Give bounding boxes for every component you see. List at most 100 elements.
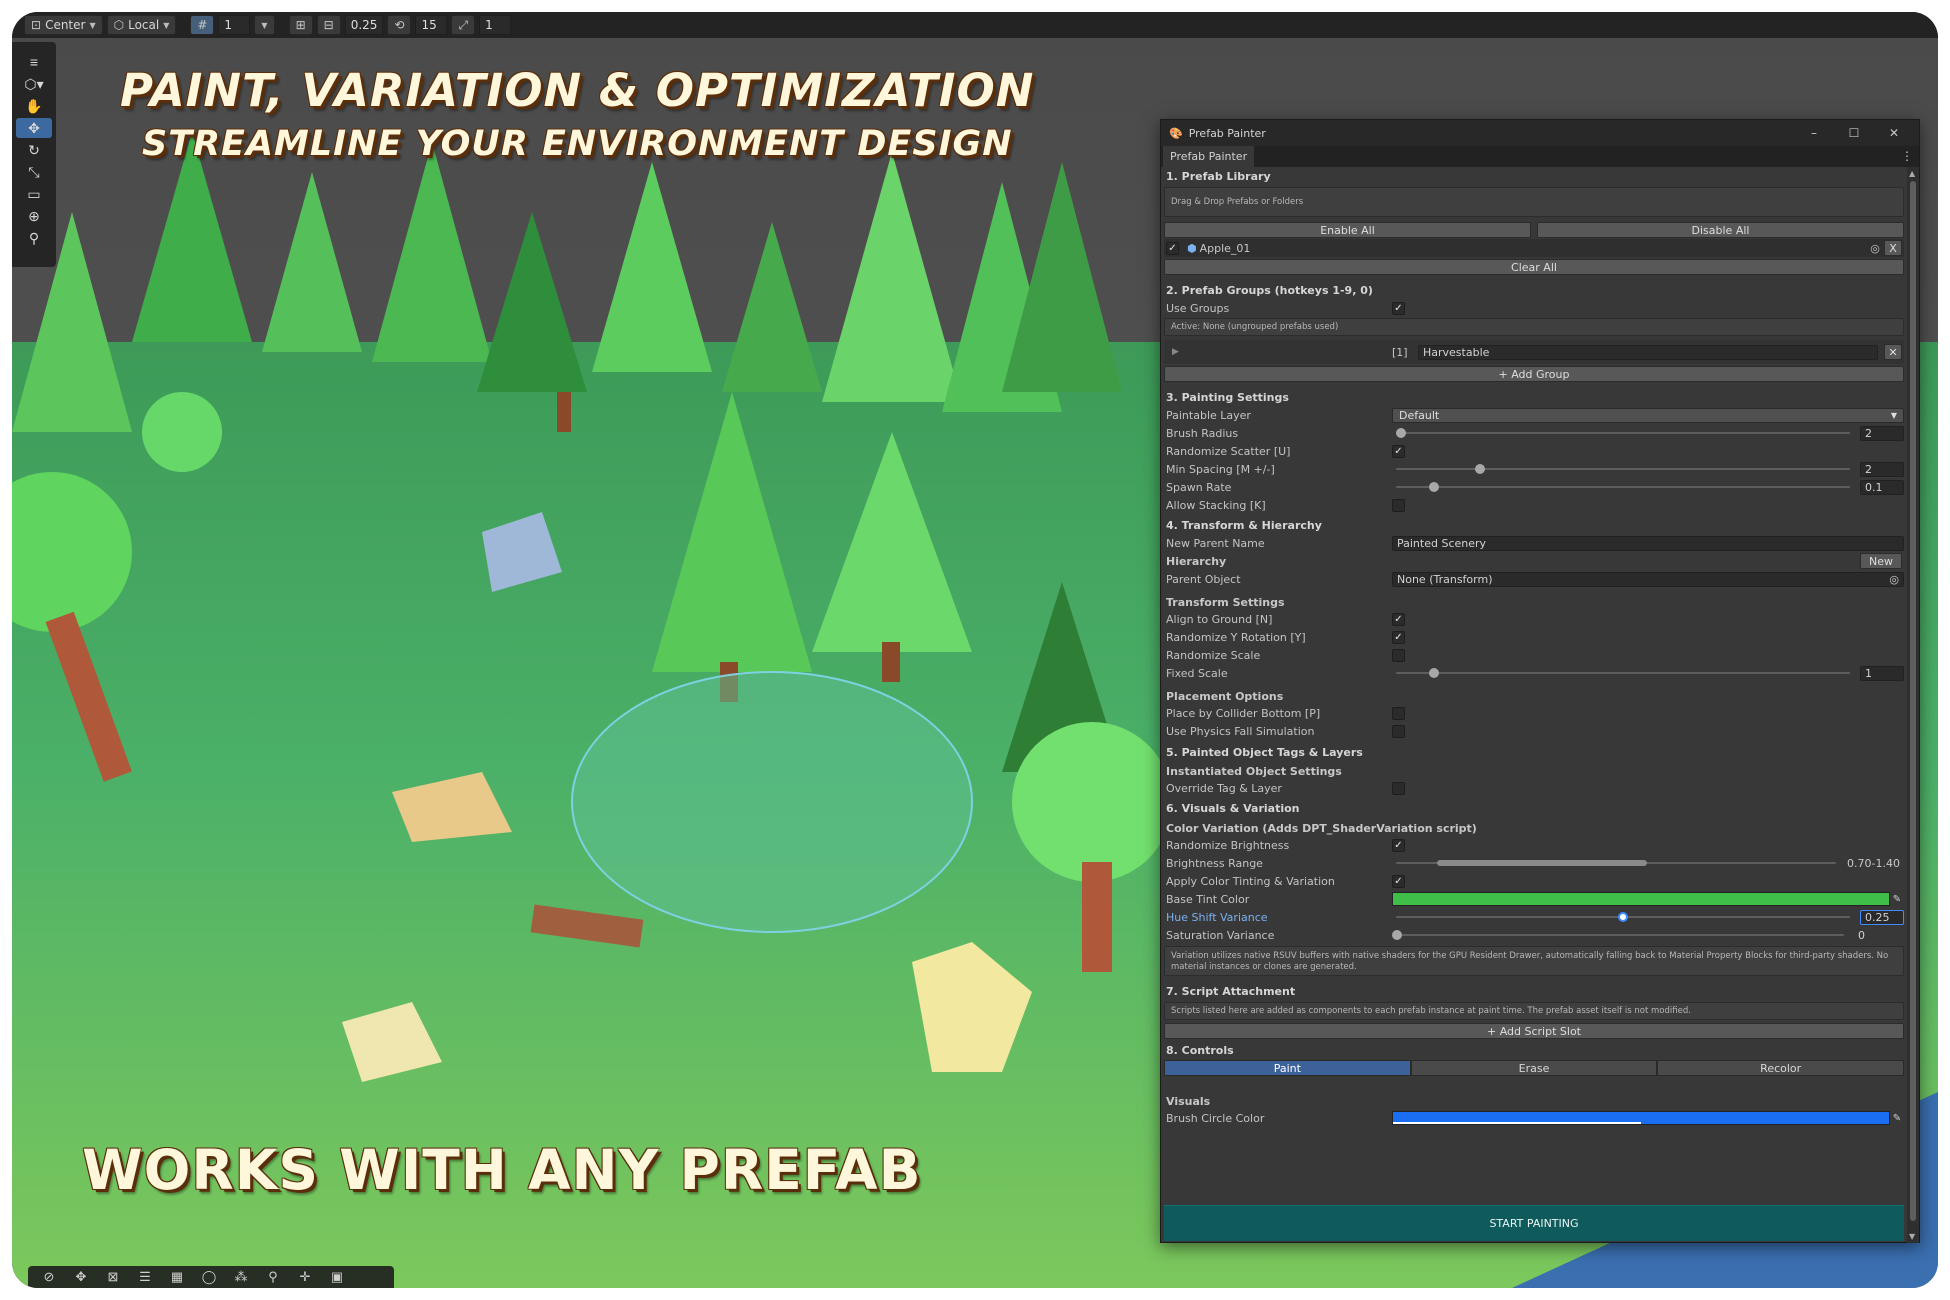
prefab-enabled-checkbox[interactable]: ✓ — [1166, 241, 1179, 255]
vertical-scrollbar[interactable]: ▲ ▼ — [1907, 167, 1919, 1243]
grid-toggle[interactable]: # — [190, 15, 215, 35]
group-name-field[interactable]: Harvestable — [1418, 344, 1878, 360]
prefab-name: Apple_01 — [1199, 241, 1251, 255]
object-picker-icon[interactable]: ◎ — [1889, 573, 1899, 586]
eyedropper-icon[interactable]: ✎ — [1890, 1113, 1904, 1124]
start-painting-button[interactable]: START PAINTING — [1164, 1205, 1904, 1241]
grid-dropdown[interactable]: ▼ — [254, 15, 275, 35]
more-options-icon[interactable]: ⋮ — [1901, 149, 1919, 167]
base-tint-swatch[interactable] — [1392, 892, 1890, 906]
add-script-slot-button[interactable]: + Add Script Slot — [1164, 1023, 1904, 1039]
rotate-tool-icon[interactable]: ↻ — [16, 140, 52, 160]
window-titlebar[interactable]: 🎨 Prefab Painter – ☐ ✕ — [1161, 120, 1919, 146]
drop-area[interactable]: Drag & Drop Prefabs or Folders — [1164, 187, 1904, 217]
minimize-button[interactable]: – — [1797, 126, 1831, 140]
snap-toggle[interactable]: ⊞ — [288, 15, 313, 35]
scale-tool-icon[interactable]: ⤡ — [16, 162, 52, 182]
nodes-icon[interactable]: ⁂ — [230, 1269, 252, 1285]
slider-handle[interactable] — [1428, 668, 1439, 678]
section-visuals-variation: 6. Visuals & Variation — [1166, 801, 1300, 815]
hue-shift-slider[interactable] — [1392, 909, 1854, 925]
scroll-up-icon[interactable]: ▲ — [1909, 169, 1915, 178]
transform-tool-icon[interactable]: ⊕ — [16, 206, 52, 226]
brush-radius-slider[interactable] — [1392, 425, 1854, 441]
pivot-icon[interactable]: ✛ — [294, 1269, 316, 1285]
clear-all-button[interactable]: Clear All — [1164, 259, 1904, 275]
new-parent-button[interactable]: New — [1860, 553, 1902, 569]
paintable-layer-dropdown[interactable]: Default ▼ — [1392, 407, 1904, 423]
camera-icon[interactable]: ▣ — [326, 1269, 348, 1285]
erase-mode-button[interactable]: Erase — [1410, 1060, 1658, 1076]
allow-stacking-checkbox[interactable] — [1392, 498, 1405, 512]
search-icon[interactable]: ⚲ — [262, 1269, 284, 1285]
brush-circle-swatch[interactable] — [1392, 1111, 1890, 1125]
grid-size-field[interactable]: 1 — [218, 15, 251, 35]
menu-handle-icon[interactable]: ≡ — [16, 52, 52, 72]
apply-tint-checkbox[interactable]: ✓ — [1392, 874, 1405, 888]
fixed-scale-field[interactable]: 1 — [1860, 665, 1904, 681]
slider-handle[interactable] — [1428, 482, 1439, 492]
scale-snap-toggle[interactable]: ⤢ — [451, 15, 476, 35]
scroll-down-icon[interactable]: ▼ — [1909, 1232, 1915, 1241]
slider-handle[interactable] — [1474, 464, 1485, 474]
add-group-button[interactable]: + Add Group — [1164, 366, 1904, 382]
collider-bottom-checkbox[interactable] — [1392, 706, 1405, 720]
hand-tool-icon[interactable]: ✋ — [16, 96, 52, 116]
hue-shift-field[interactable]: 0.25 — [1860, 909, 1904, 925]
min-spacing-field[interactable]: 2 — [1860, 461, 1904, 477]
parent-object-field[interactable]: None (Transform) ◎ — [1392, 571, 1904, 587]
pivot-dropdown[interactable]: ⊡ Center ▼ — [24, 15, 103, 35]
rect-tool-icon[interactable]: ▭ — [16, 184, 52, 204]
physics-fall-checkbox[interactable] — [1392, 724, 1405, 738]
brightness-range-slider[interactable] — [1392, 855, 1840, 871]
remove-group-button[interactable]: ✕ — [1884, 344, 1902, 360]
target-icon[interactable]: ◎ — [1866, 242, 1884, 255]
recolor-mode-button[interactable]: Recolor — [1657, 1060, 1905, 1076]
layout-icon[interactable]: ☰ — [134, 1269, 156, 1285]
gizmo-icon[interactable]: ⊘ — [38, 1269, 60, 1285]
disable-all-button[interactable]: Disable All — [1537, 222, 1904, 238]
saturation-slider[interactable] — [1391, 927, 1848, 943]
rand-brightness-checkbox[interactable]: ✓ — [1392, 838, 1405, 852]
tab-prefab-painter[interactable]: Prefab Painter — [1163, 146, 1255, 167]
spawn-rate-field[interactable]: 0.1 — [1860, 479, 1904, 495]
increment-snap-field[interactable]: 0.25 — [344, 15, 384, 35]
brush-radius-field[interactable]: 2 — [1860, 425, 1904, 441]
use-groups-checkbox[interactable]: ✓ — [1392, 301, 1405, 315]
paint-mode-button[interactable]: Paint — [1164, 1060, 1411, 1076]
grid-icon[interactable]: ▦ — [166, 1269, 188, 1285]
remove-prefab-button[interactable]: X — [1884, 240, 1902, 256]
align-ground-checkbox[interactable]: ✓ — [1392, 612, 1405, 626]
close-button[interactable]: ✕ — [1877, 126, 1911, 140]
range-fill[interactable] — [1436, 860, 1648, 866]
new-parent-field[interactable]: Painted Scenery — [1392, 535, 1904, 551]
circle-icon[interactable]: ◯ — [198, 1269, 220, 1285]
random-y-checkbox[interactable]: ✓ — [1392, 630, 1405, 644]
enable-all-button[interactable]: Enable All — [1164, 222, 1531, 238]
spawn-rate-slider[interactable] — [1392, 479, 1854, 495]
expand-triangle-icon[interactable]: ▶ — [1164, 347, 1392, 357]
slider-handle[interactable] — [1618, 912, 1628, 922]
slider-handle[interactable] — [1396, 428, 1407, 438]
move-tool-icon[interactable]: ✥ — [16, 118, 52, 138]
randomize-scatter-checkbox[interactable]: ✓ — [1392, 444, 1405, 458]
space-dropdown[interactable]: ⬡ Local ▼ — [106, 15, 177, 35]
prefab-item-row: ✓ ⬢ Apple_01 ◎ X — [1164, 239, 1904, 257]
fixed-scale-slider[interactable] — [1392, 665, 1854, 681]
snap-icon[interactable]: ⊠ — [102, 1269, 124, 1285]
scroll-thumb[interactable] — [1910, 181, 1916, 1221]
min-spacing-slider[interactable] — [1392, 461, 1854, 477]
move-icon[interactable]: ✥ — [70, 1269, 92, 1285]
override-tag-checkbox[interactable] — [1392, 781, 1405, 795]
rotation-snap-toggle[interactable]: ⟲ — [387, 15, 412, 35]
scale-snap-field[interactable]: 1 — [479, 15, 512, 35]
eyedropper-icon[interactable]: ✎ — [1890, 894, 1904, 905]
random-scale-checkbox[interactable] — [1392, 648, 1405, 662]
maximize-button[interactable]: ☐ — [1837, 126, 1871, 140]
slider-handle[interactable] — [1391, 930, 1402, 940]
grid-icon: # — [197, 18, 208, 32]
orientation-cube-icon[interactable]: ⬡▾ — [16, 74, 52, 94]
increment-snap-toggle[interactable]: ⊟ — [316, 15, 341, 35]
rotation-snap-field[interactable]: 15 — [415, 15, 448, 35]
custom-tool-icon[interactable]: ⚲ — [16, 228, 52, 248]
